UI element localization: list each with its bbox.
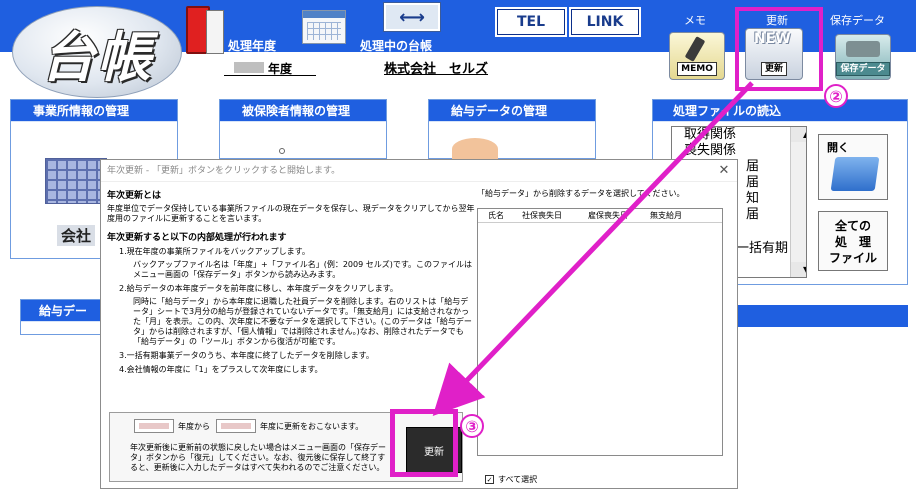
insured-info-panel: 被保険者情報の管理 bbox=[219, 99, 387, 159]
from-year-field[interactable] bbox=[134, 419, 174, 433]
column-header: 社保喪失日 bbox=[522, 211, 562, 220]
heading-process: 年次更新すると以下の内部処理が行われます bbox=[107, 233, 287, 243]
processing-ledger-label: 処理中の台帳 bbox=[360, 39, 433, 53]
close-icon[interactable]: ✕ bbox=[715, 162, 733, 180]
company-button[interactable]: 会社 bbox=[57, 225, 96, 246]
open-caption: 開く bbox=[827, 141, 849, 154]
column-header: 無支給月 bbox=[650, 211, 682, 220]
all-files-line: 全ての bbox=[834, 219, 871, 233]
memo-button[interactable]: MEMO bbox=[669, 32, 725, 80]
scroll-up-icon[interactable]: ▲ bbox=[791, 127, 806, 142]
delete-selection-area: 「給与データ」から削除するデータを選択してください。 氏名 社保喪失日 雇保喪失… bbox=[477, 188, 723, 484]
salary-icon[interactable] bbox=[452, 138, 498, 160]
file-read-heading: 処理ファイルの読込 bbox=[653, 100, 907, 122]
all-files-button[interactable]: 全ての 処 理 ファイル bbox=[818, 211, 888, 271]
switch-ledger-button[interactable]: ⟷ bbox=[383, 2, 441, 32]
select-all-checkbox[interactable]: ✓ bbox=[485, 475, 494, 484]
restore-warning: 年次更新後に更新前の状態に戻したい場合はメニュー画面の「保存データ」ボタンから「… bbox=[130, 443, 386, 472]
office-info-heading: 事業所情報の管理 bbox=[11, 100, 177, 122]
salary-data-panel-2: 給与デー bbox=[20, 299, 104, 335]
save-data-button[interactable]: 保存データ bbox=[835, 34, 891, 80]
app-logo-text: 台帳 bbox=[41, 25, 153, 89]
all-files-line: ファイル bbox=[828, 251, 877, 265]
select-all-control[interactable]: ✓ すべて選択 bbox=[485, 474, 537, 485]
tel-button[interactable]: TEL bbox=[495, 7, 567, 37]
step-1: 1.現在年度の事業所ファイルをバックアップします。 bbox=[119, 247, 310, 256]
company-name: 株式会社 セルズ bbox=[384, 62, 489, 77]
building-icon[interactable] bbox=[45, 158, 107, 204]
list-item[interactable]: 取得関係 bbox=[672, 127, 806, 143]
to-year-text: 年度に更新をおこないます。 bbox=[260, 422, 364, 431]
salary-data-heading: 給与データの管理 bbox=[429, 100, 595, 122]
save-data-label: 保存データ bbox=[830, 14, 885, 27]
table-header: 氏名 社保喪失日 雇保喪失日 無支給月 bbox=[478, 209, 722, 223]
column-header: 雇保喪失日 bbox=[588, 211, 628, 220]
paragraph-what-is: 年度単位でデータ保持している事業所ファイルの現在データを保存し、現データをクリア… bbox=[107, 204, 475, 223]
open-file-button[interactable]: 開く bbox=[818, 134, 888, 200]
key-icon bbox=[846, 41, 880, 57]
pencil-icon bbox=[684, 36, 706, 62]
processing-year-label: 処理年度 bbox=[228, 39, 277, 53]
from-year-text: 年度から bbox=[178, 422, 210, 431]
double-arrow-icon: ⟷ bbox=[399, 6, 425, 28]
person-icon bbox=[279, 148, 285, 154]
dialog-title: 年次更新 - 「更新」ボタンをクリックすると開始します。 bbox=[101, 160, 737, 182]
file-list-scrollbar[interactable]: ▲ ▼ bbox=[790, 127, 806, 277]
current-year-field: 年度 bbox=[224, 60, 316, 76]
year-suffix: 年度 bbox=[268, 62, 293, 76]
memo-label: メモ bbox=[684, 14, 706, 27]
annotation-number-2: ② bbox=[824, 84, 848, 108]
step-4: 4.会社情報の年度に「1」をプラスして次年度にします。 bbox=[119, 365, 323, 374]
step-2-detail: 同時に「給与データ」から本年度に退職した社員データを削除します。右のリストは「給… bbox=[133, 297, 472, 346]
heading-what-is: 年次更新とは bbox=[107, 191, 162, 201]
folder-icon bbox=[830, 157, 880, 191]
all-files-line: 処 理 bbox=[834, 235, 871, 249]
scroll-down-icon[interactable]: ▼ bbox=[791, 262, 806, 277]
select-all-label: すべて選択 bbox=[498, 475, 538, 484]
annotation-number-3: ③ bbox=[460, 414, 484, 438]
year-value-redacted bbox=[234, 62, 264, 73]
delete-candidate-table[interactable]: 氏名 社保喪失日 雇保喪失日 無支給月 bbox=[477, 208, 723, 456]
step-2: 2.給与データの本年度データを前年度に移し、本年度データをクリアします。 bbox=[119, 284, 398, 293]
dialog-explanation: 年次更新とは 年度単位でデータ保持している事業所ファイルの現在データを保存し、現… bbox=[107, 188, 475, 375]
column-header: 氏名 bbox=[488, 211, 504, 220]
highlight-execute-button bbox=[390, 409, 458, 477]
app-logo: 台帳 bbox=[12, 6, 182, 98]
delete-selection-caption: 「給与データ」から削除するデータを選択してください。 bbox=[477, 189, 685, 198]
list-item[interactable]: 喪失関係 bbox=[672, 143, 806, 159]
salary-data-heading-2: 給与デー bbox=[21, 300, 103, 322]
to-year-field[interactable] bbox=[216, 419, 256, 433]
calendar-icon[interactable] bbox=[302, 10, 346, 44]
highlight-update-button bbox=[735, 7, 823, 91]
insured-info-heading: 被保険者情報の管理 bbox=[220, 100, 386, 122]
step-3: 3.一括有期事業データのうち、本年度に終了したデータを削除します。 bbox=[119, 351, 374, 360]
memo-caption: MEMO bbox=[677, 62, 717, 76]
link-button[interactable]: LINK bbox=[569, 7, 641, 37]
save-data-caption: 保存データ bbox=[836, 62, 890, 76]
book-icon[interactable] bbox=[186, 6, 224, 54]
step-1-detail: バックアップファイル名は「年度」+「ファイル名」(例：2009 セルズ)です。こ… bbox=[133, 260, 473, 279]
